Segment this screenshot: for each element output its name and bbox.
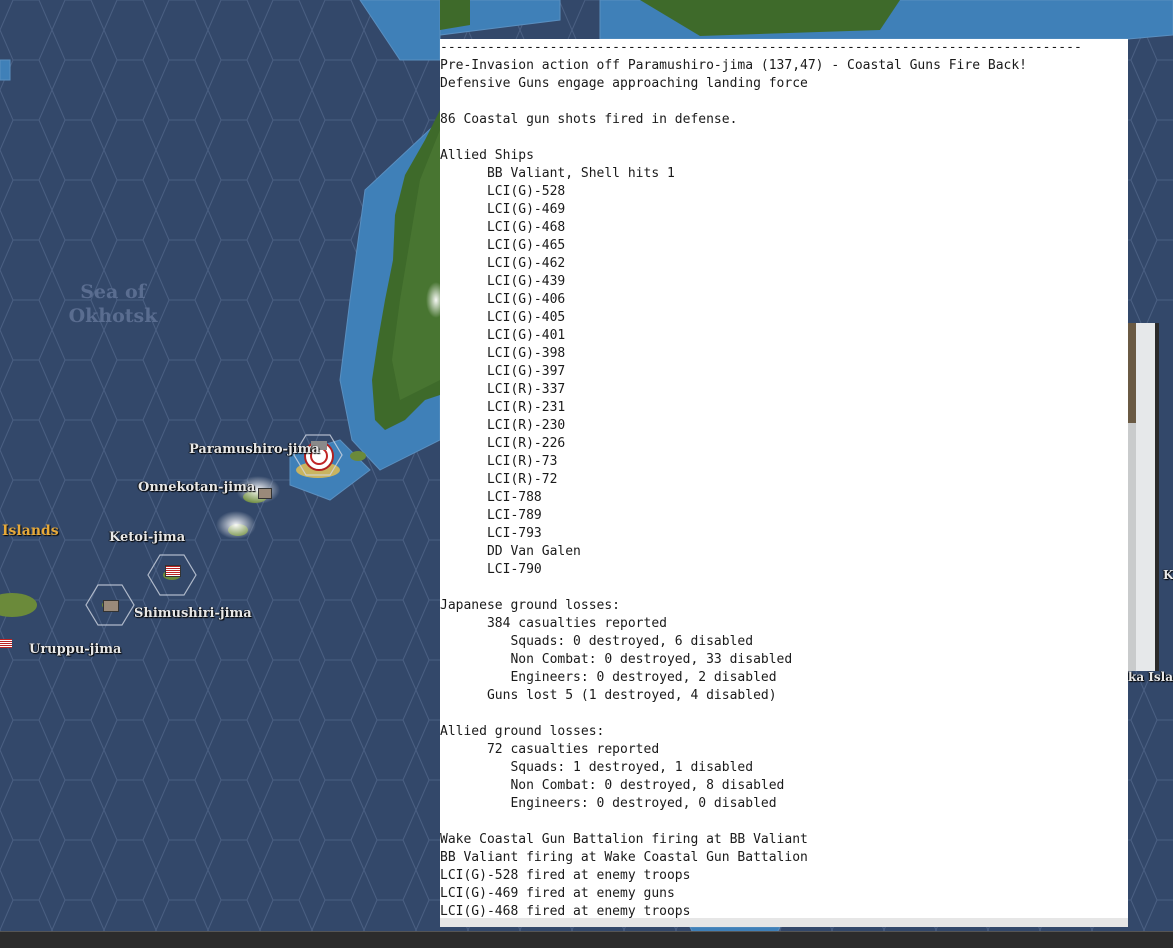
report-line: LCI-789 [440,508,542,523]
report-line: Pre-Invasion action off Paramushiro-jima… [440,58,1027,73]
report-line: Allied ground losses: [440,724,605,739]
report-line [440,93,1128,111]
report-line: Guns lost 5 (1 destroyed, 4 disabled) [440,688,777,703]
combat-report-scrollbar[interactable] [440,918,1128,927]
region-label: Islands [2,523,59,539]
base-label-uruppu[interactable]: Uruppu-jima [29,642,122,657]
report-line: LCI(G)-469 [440,202,566,217]
base-unit-icon-shimushiri[interactable] [103,600,119,612]
base-label-ketoi[interactable]: Ketoi-jima [109,530,185,545]
report-line: Non Combat: 0 destroyed, 8 disabled [440,778,785,793]
report-line: LCI(R)-72 [440,472,558,487]
report-line: LCI(G)-465 [440,238,566,253]
report-line: LCI(R)-226 [440,436,566,451]
report-line: BB Valiant firing at Wake Coastal Gun Ba… [440,850,808,865]
report-line: LCI(R)-73 [440,454,558,469]
report-line: BB Valiant, Shell hits 1 [440,166,675,181]
report-line: LCI(G)-397 [440,364,566,379]
report-line: 86 Coastal gun shots fired in defense. [440,112,738,127]
base-label-paramushiro[interactable]: Paramushiro-jima [189,442,320,457]
report-line: Engineers: 0 destroyed, 0 disabled [440,796,777,811]
report-line: Non Combat: 0 destroyed, 33 disabled [440,652,793,667]
bottom-toolbar [0,931,1173,948]
report-line: LCI-793 [440,526,542,541]
report-line [440,813,1128,831]
right-edge-letter: K [1163,568,1173,582]
report-line: Defensive Guns engage approaching landin… [440,76,808,91]
report-line: LCI(G)-469 fired at enemy guns [440,886,675,901]
report-line: Wake Coastal Gun Battalion firing at BB … [440,832,808,847]
report-line: Allied Ships [440,148,534,163]
side-panel-image [1128,323,1173,671]
report-line: Engineers: 0 destroyed, 2 disabled [440,670,777,685]
report-line: 384 casualties reported [440,616,667,631]
report-line: Squads: 1 destroyed, 1 disabled [440,760,754,775]
report-line: LCI(R)-337 [440,382,566,397]
report-line: LCI(R)-230 [440,418,566,433]
report-line [440,129,1128,147]
report-line: LCI(G)-439 [440,274,566,289]
base-unit-icon-ketoi[interactable] [165,565,181,577]
report-line: Japanese ground losses: [440,598,621,613]
report-line: DD Van Galen [440,544,581,559]
base-unit-icon-onnekotan[interactable] [258,488,272,499]
report-line: 72 casualties reported [440,742,660,757]
report-line [440,579,1128,597]
report-line: LCI(G)-398 [440,346,566,361]
combat-report-window[interactable]: ----------------------------------------… [440,39,1128,927]
report-line: LCI(G)-528 [440,184,566,199]
report-line: LCI(G)-468 [440,220,566,235]
report-line: Squads: 0 destroyed, 6 disabled [440,634,754,649]
report-line: LCI(G)-528 fired at enemy troops [440,868,691,883]
report-line: LCI-788 [440,490,542,505]
right-map-label: ka Island [1128,670,1173,684]
report-line [440,705,1128,723]
report-line: ----------------------------------------… [440,40,1082,55]
report-line: LCI(G)-405 [440,310,566,325]
sea-of-okhotsk-label: Sea of Okhotsk [68,281,158,327]
combat-report-text: ----------------------------------------… [440,39,1128,921]
report-line: LCI-790 [440,562,542,577]
base-label-onnekotan[interactable]: Onnekotan-jima [138,480,255,495]
report-line: LCI(R)-231 [440,400,566,415]
report-line: LCI(G)-462 [440,256,566,271]
report-line: LCI(G)-401 [440,328,566,343]
us-flag-icon [0,639,12,648]
base-label-shimushiri[interactable]: Shimushiri-jima [134,606,252,621]
report-line: LCI(G)-406 [440,292,566,307]
